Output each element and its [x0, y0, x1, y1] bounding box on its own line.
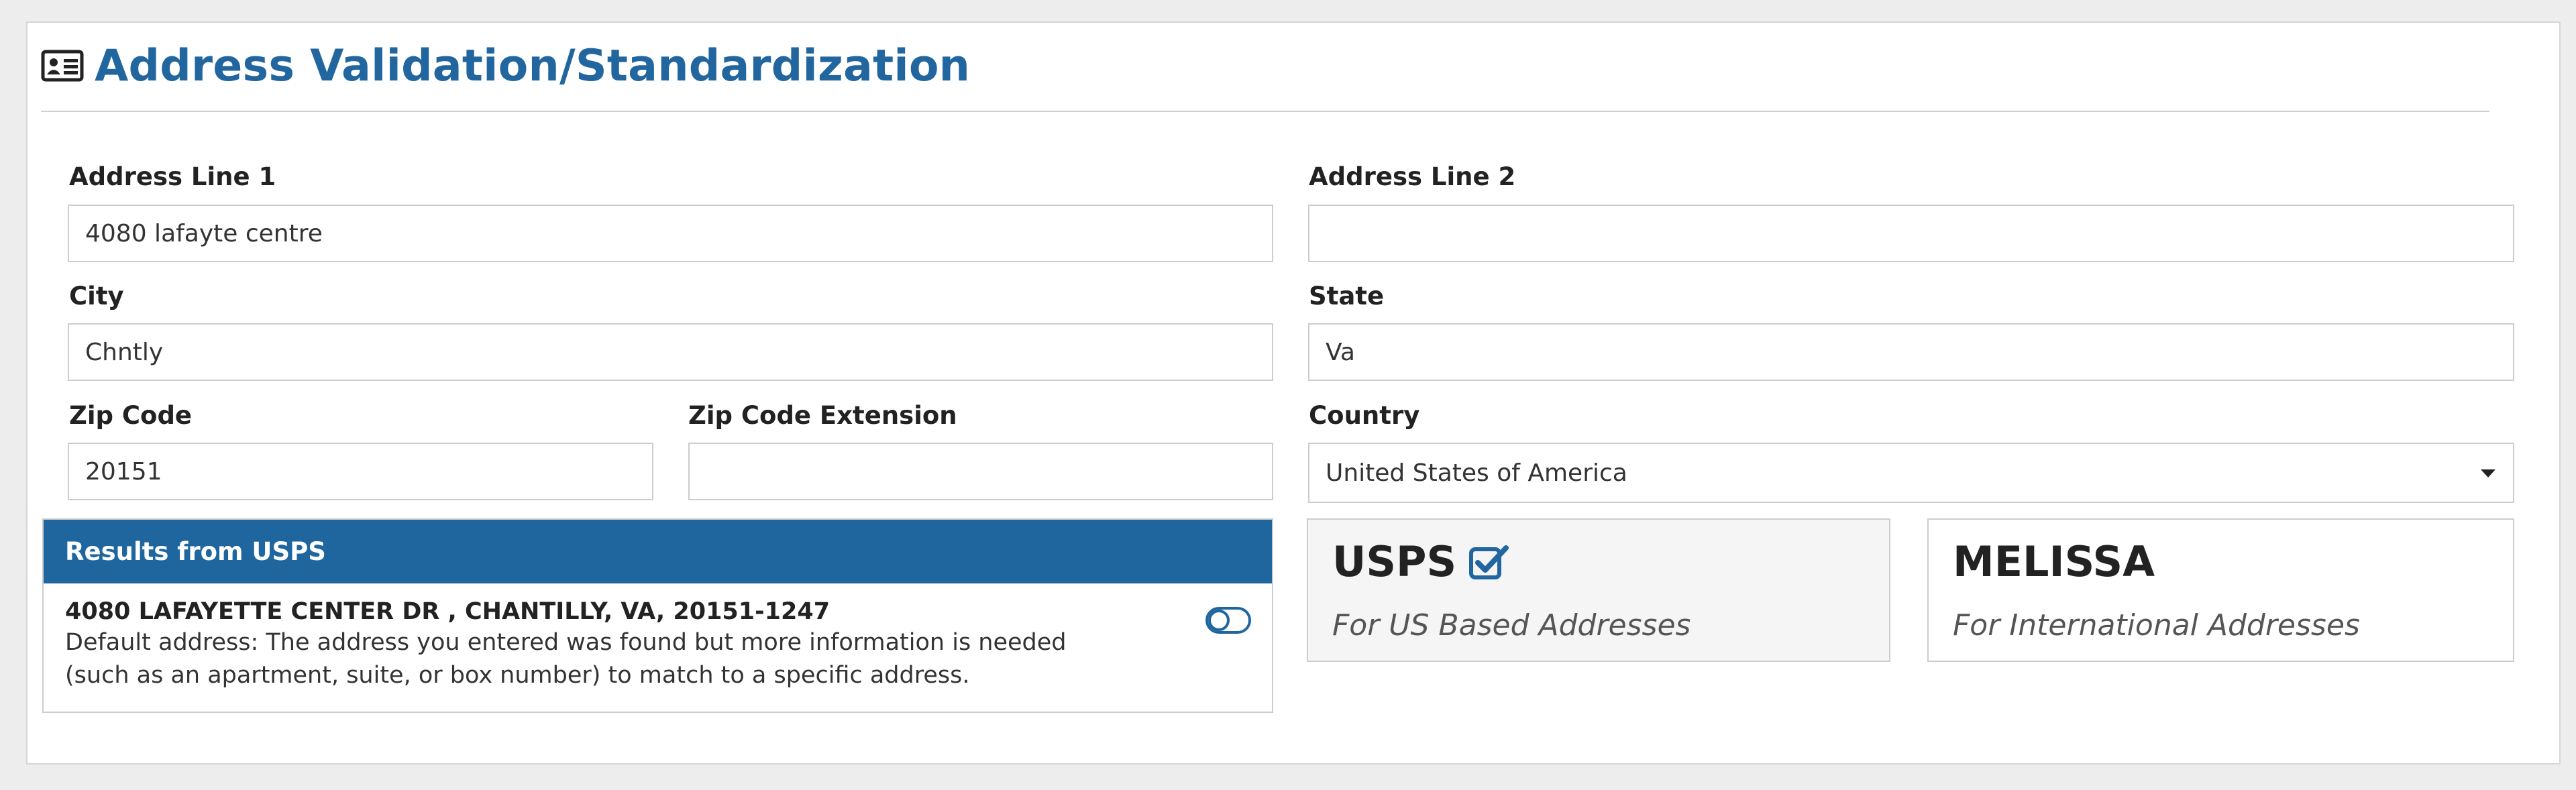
results-header: Results from USPS	[44, 520, 1272, 583]
result-address: 4080 LAFAYETTE CENTER DR , CHANTILLY, VA…	[65, 598, 830, 625]
zip-code-input[interactable]: 20151	[68, 443, 653, 500]
provider-usps-title: USPS	[1332, 537, 1511, 586]
state-label: State	[1309, 282, 1385, 311]
address-card-icon	[41, 50, 84, 82]
country-label: Country	[1309, 401, 1420, 430]
zip-code-value: 20151	[85, 457, 162, 486]
provider-melissa-description: For International Addresses	[1953, 608, 2360, 642]
result-item: 4080 LAFAYETTE CENTER DR , CHANTILLY, VA…	[44, 583, 1272, 692]
zip-code-extension-label: Zip Code Extension	[688, 401, 957, 430]
provider-usps-description: For US Based Addresses	[1332, 608, 1691, 642]
header-divider	[41, 111, 2489, 112]
state-input[interactable]: Va	[1308, 323, 2514, 381]
provider-melissa-title: MELISSA	[1953, 537, 2155, 586]
address-line-2-input[interactable]	[1308, 205, 2514, 262]
toggle-off-icon[interactable]	[1205, 606, 1252, 634]
chevron-down-icon	[2481, 469, 2496, 477]
state-value: Va	[1326, 338, 1355, 366]
panel-header: Address Validation/Standardization	[41, 32, 970, 99]
city-value: Chntly	[85, 338, 164, 366]
usps-results-panel: Results from USPS 4080 LAFAYETTE CENTER …	[42, 518, 1273, 713]
city-label: City	[69, 282, 124, 311]
check-square-icon	[1469, 545, 1509, 579]
provider-usps-card[interactable]: USPS For US Based Addresses	[1307, 518, 1890, 662]
zip-code-extension-input[interactable]	[688, 443, 1273, 500]
address-line-1-label: Address Line 1	[69, 162, 276, 191]
address-line-1-value: 4080 lafayte centre	[85, 219, 323, 247]
page-title: Address Validation/Standardization	[95, 40, 971, 91]
provider-melissa-card[interactable]: MELISSA For International Addresses	[1927, 518, 2514, 662]
address-line-2-label: Address Line 2	[1309, 162, 1516, 191]
country-value: United States of America	[1326, 459, 1627, 487]
provider-usps-name: USPS	[1332, 537, 1457, 586]
country-select[interactable]: United States of America	[1308, 443, 2514, 503]
address-line-1-input[interactable]: 4080 lafayte centre	[68, 205, 1273, 262]
zip-code-label: Zip Code	[69, 401, 193, 430]
result-message: Default address: The address you entered…	[65, 629, 1067, 689]
city-input[interactable]: Chntly	[68, 323, 1273, 381]
provider-melissa-name: MELISSA	[1953, 537, 2155, 586]
